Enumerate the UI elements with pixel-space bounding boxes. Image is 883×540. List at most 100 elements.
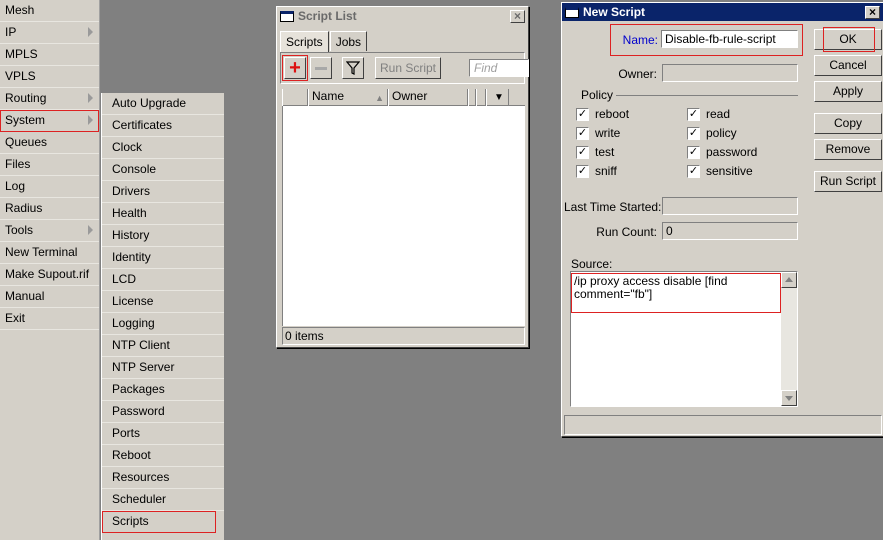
tab-scripts[interactable]: Scripts [280, 31, 329, 52]
menu-item-label: Manual [5, 289, 45, 303]
menu-item-mpls[interactable]: MPLS [0, 44, 99, 66]
run-script-button[interactable]: Run Script [375, 57, 441, 79]
submenu-item-packages[interactable]: Packages [102, 379, 224, 401]
submenu-item-scripts[interactable]: Scripts [102, 511, 216, 533]
menu-item-radius[interactable]: Radius [0, 198, 99, 220]
status-bar [564, 415, 882, 435]
menu-item-vpls[interactable]: VPLS [0, 66, 99, 88]
divider [616, 95, 798, 96]
policy-sniff-checkbox[interactable]: ✓ sniff [576, 163, 617, 179]
submenu-item-health[interactable]: Health [102, 203, 224, 225]
menu-item-log[interactable]: Log [0, 176, 99, 198]
submenu-item-ports[interactable]: Ports [102, 423, 224, 445]
owner-label: Owner: [618, 67, 657, 81]
tab-bar: Scripts Jobs [280, 31, 368, 52]
close-icon[interactable]: × [510, 10, 525, 23]
submenu-item-history[interactable]: History [102, 225, 224, 247]
submenu-item-clock[interactable]: Clock [102, 137, 224, 159]
toolbar: + Run Script Find [280, 52, 529, 84]
policy-write-checkbox[interactable]: ✓ write [576, 125, 620, 141]
script-list-table[interactable] [282, 106, 525, 326]
menu-item-label: MPLS [5, 47, 38, 61]
checkbox-label: sensitive [706, 164, 753, 178]
menu-item-label: Mesh [5, 3, 35, 17]
tab-jobs[interactable]: Jobs [329, 31, 368, 51]
menu-item-label: Exit [5, 311, 26, 325]
submenu-arrow-icon [88, 225, 93, 235]
scroll-down-button[interactable] [781, 390, 797, 406]
submenu-item-certificates[interactable]: Certificates [102, 115, 224, 137]
policy-reboot-checkbox[interactable]: ✓ reboot [576, 106, 629, 122]
submenu-item-scheduler[interactable]: Scheduler [102, 489, 224, 511]
menu-item-label: IP [5, 25, 17, 39]
policy-sensitive-checkbox[interactable]: ✓ sensitive [687, 163, 753, 179]
apply-button[interactable]: Apply [814, 81, 882, 102]
menu-item-make-supout[interactable]: Make Supout.rif [0, 264, 99, 286]
checkbox-label: sniff [595, 164, 617, 178]
copy-button[interactable]: Copy [814, 113, 882, 134]
column-divider[interactable] [476, 89, 486, 106]
system-submenu: Auto Upgrade Certificates Clock Console … [101, 93, 224, 540]
owner-field[interactable] [662, 64, 798, 82]
policy-policy-checkbox[interactable]: ✓ policy [687, 125, 737, 141]
submenu-item-identity[interactable]: Identity [102, 247, 224, 269]
menu-item-label: Queues [5, 135, 48, 149]
menu-item-exit[interactable]: Exit [0, 308, 99, 330]
menu-item-mesh[interactable]: Mesh [0, 0, 99, 22]
submenu-item-auto-upgrade[interactable]: Auto Upgrade [102, 93, 224, 115]
policy-password-checkbox[interactable]: ✓ password [687, 144, 757, 160]
menu-item-files[interactable]: Files [0, 154, 99, 176]
status-bar: 0 items [282, 327, 525, 345]
column-owner[interactable]: Owner [388, 89, 468, 106]
add-button[interactable]: + [282, 55, 308, 81]
column-divider[interactable] [468, 89, 476, 106]
menu-item-new-terminal[interactable]: New Terminal [0, 242, 99, 264]
name-field[interactable]: Disable-fb-rule-script [661, 30, 798, 48]
remove-button[interactable] [310, 57, 332, 79]
submenu-item-ntp-server[interactable]: NTP Server [102, 357, 224, 379]
scroll-up-button[interactable] [781, 272, 797, 288]
checkmark-icon: ✓ [576, 145, 589, 159]
checkbox-label: password [706, 145, 758, 159]
remove-button[interactable]: Remove [814, 139, 882, 160]
close-icon[interactable]: × [865, 6, 880, 19]
menu-item-ip[interactable]: IP [0, 22, 99, 44]
chevron-down-icon: ▼ [494, 92, 504, 103]
submenu-item-ntp-client[interactable]: NTP Client [102, 335, 224, 357]
run-count-field[interactable]: 0 [662, 222, 798, 240]
submenu-arrow-icon [88, 27, 93, 37]
submenu-item-license[interactable]: License [102, 291, 224, 313]
new-script-titlebar[interactable]: New Script × [562, 3, 883, 21]
script-list-titlebar[interactable]: Script List × [277, 7, 528, 25]
menu-item-queues[interactable]: Queues [0, 132, 99, 154]
arrow-up-icon [785, 277, 793, 282]
menu-item-label: Tools [5, 223, 34, 237]
submenu-item-lcd[interactable]: LCD [102, 269, 224, 291]
filter-button[interactable] [342, 57, 364, 79]
cancel-button[interactable]: Cancel [814, 55, 882, 76]
submenu-item-resources[interactable]: Resources [102, 467, 224, 489]
find-input[interactable]: Find [469, 59, 529, 77]
menu-item-label: Files [5, 157, 31, 171]
menu-item-label: Routing [5, 91, 47, 105]
column-menu-button[interactable]: ▼ [486, 89, 509, 106]
column-blank[interactable] [282, 89, 308, 106]
last-time-started-field[interactable] [662, 197, 798, 215]
submenu-item-logging[interactable]: Logging [102, 313, 224, 335]
menu-item-manual[interactable]: Manual [0, 286, 99, 308]
menu-item-routing[interactable]: Routing [0, 88, 99, 110]
run-count-label: Run Count: [596, 225, 657, 239]
column-name[interactable]: Name ▲ [308, 89, 388, 106]
submenu-item-console[interactable]: Console [102, 159, 224, 181]
policy-read-checkbox[interactable]: ✓ read [687, 106, 730, 122]
menu-item-tools[interactable]: Tools [0, 220, 99, 242]
checkmark-icon: ✓ [576, 126, 589, 140]
vertical-scrollbar[interactable] [781, 272, 797, 406]
menu-item-system[interactable]: System [0, 110, 99, 132]
checkmark-icon: ✓ [687, 126, 700, 140]
submenu-item-password[interactable]: Password [102, 401, 224, 423]
policy-test-checkbox[interactable]: ✓ test [576, 144, 614, 160]
submenu-item-drivers[interactable]: Drivers [102, 181, 224, 203]
submenu-item-reboot[interactable]: Reboot [102, 445, 224, 467]
run-script-button[interactable]: Run Script [814, 171, 882, 192]
